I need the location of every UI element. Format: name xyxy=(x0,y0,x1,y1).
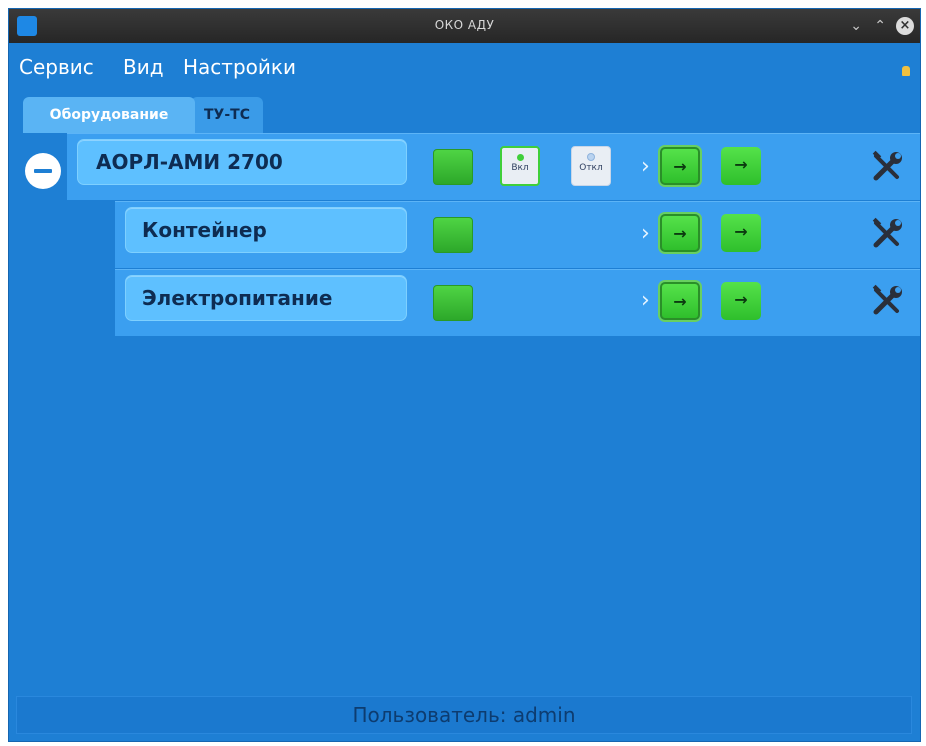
tab-tu-ts[interactable]: ТУ-ТС xyxy=(191,97,263,133)
chevron-right-icon: › xyxy=(641,221,650,246)
menu-service[interactable]: Сервис xyxy=(19,55,94,79)
status-dot-icon xyxy=(516,154,524,161)
menu-bar: Сервис Вид Настройки xyxy=(9,43,920,87)
tab-equipment[interactable]: Оборудование xyxy=(23,97,195,133)
power-off-button[interactable]: Откл xyxy=(571,146,611,186)
device-name-button[interactable]: Электропитание xyxy=(125,275,407,321)
input-arrow-button[interactable]: → xyxy=(660,282,700,320)
input-arrow-button[interactable]: → xyxy=(660,147,700,185)
output-arrow-button[interactable]: → xyxy=(721,214,761,252)
power-off-label: Откл xyxy=(579,163,603,173)
status-indicator xyxy=(433,217,473,253)
menu-view[interactable]: Вид xyxy=(123,55,164,79)
collapse-button[interactable] xyxy=(25,153,61,189)
tools-icon[interactable] xyxy=(867,214,907,254)
device-name-button[interactable]: Контейнер xyxy=(125,207,407,253)
power-on-label: Вкл xyxy=(511,163,529,173)
status-bar: Пользователь: admin xyxy=(16,696,912,734)
chevron-right-icon: › xyxy=(641,154,650,179)
output-arrow-button[interactable]: → xyxy=(721,282,761,320)
chevron-down-icon[interactable]: ⌄ xyxy=(850,16,862,36)
tools-icon[interactable] xyxy=(867,147,907,187)
status-dot-icon xyxy=(587,153,595,161)
status-indicator xyxy=(433,285,473,321)
status-indicator xyxy=(433,149,473,185)
device-name-button[interactable]: АОРЛ-АМИ 2700 xyxy=(77,139,407,185)
power-on-button[interactable]: Вкл xyxy=(500,146,540,186)
main-window: ОКО АДУ ⌄ ⌃ × Сервис Вид Настройки ТУ-ТС… xyxy=(8,8,921,742)
notification-bell-icon[interactable] xyxy=(902,66,910,76)
close-icon[interactable]: × xyxy=(896,17,914,35)
tools-icon[interactable] xyxy=(867,281,907,321)
menu-settings[interactable]: Настройки xyxy=(183,55,296,79)
chevron-right-icon: › xyxy=(641,288,650,313)
output-arrow-button[interactable]: → xyxy=(721,147,761,185)
window-title: ОКО АДУ xyxy=(434,18,495,32)
chevron-up-icon[interactable]: ⌃ xyxy=(874,16,886,36)
title-bar: ОКО АДУ ⌄ ⌃ × xyxy=(9,9,920,43)
input-arrow-button[interactable]: → xyxy=(660,214,700,252)
